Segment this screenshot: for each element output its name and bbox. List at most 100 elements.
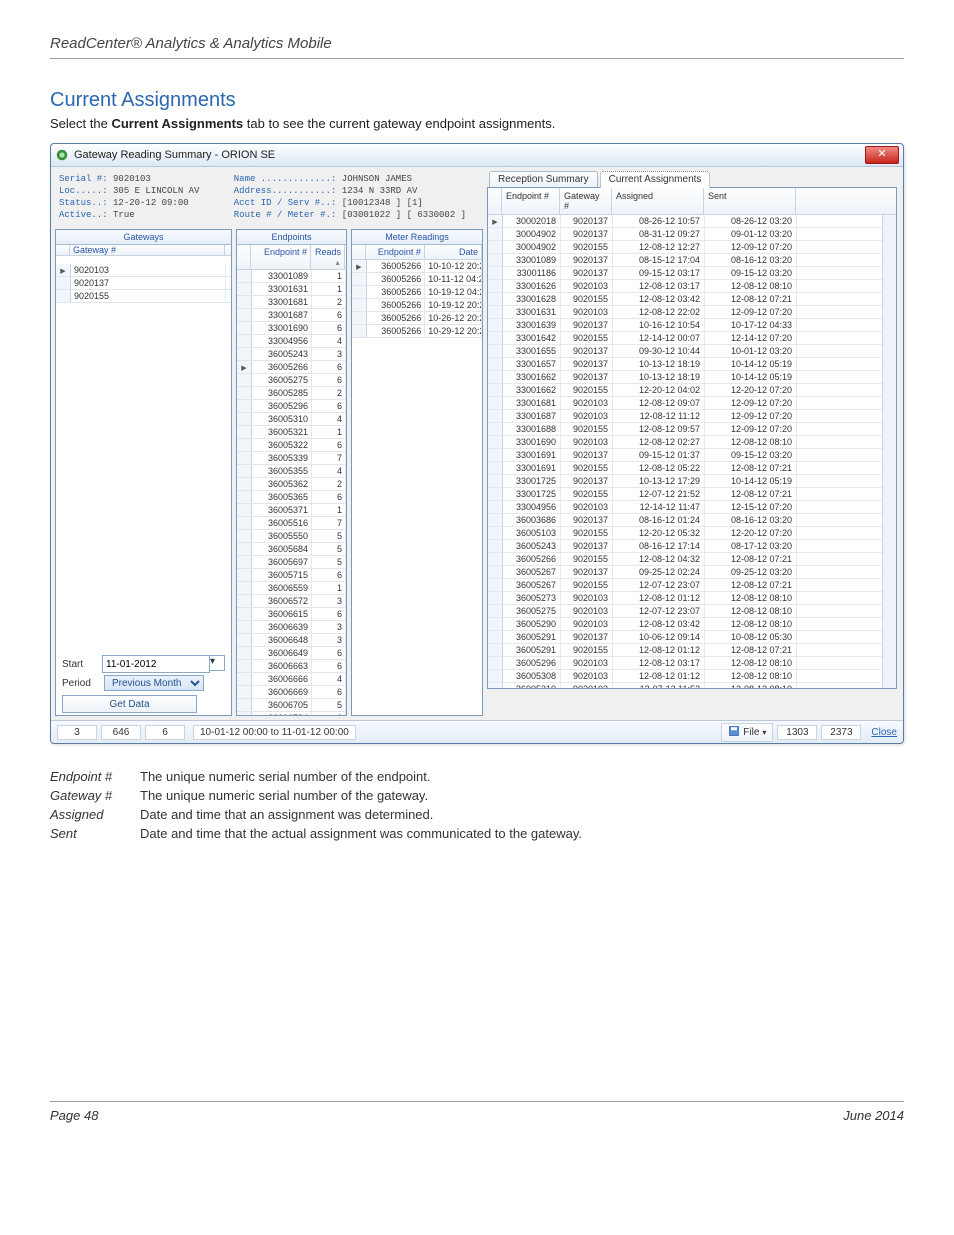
assignment-row[interactable]: 33001186902013709-15-12 03:1709-15-12 03… <box>488 267 882 280</box>
endpoint-row[interactable]: 360052756 <box>237 374 346 387</box>
assignment-row[interactable]: 33001628902015512-08-12 03:4212-08-12 07… <box>488 293 882 306</box>
endpoint-row[interactable]: 360053211 <box>237 426 346 439</box>
endpoint-row[interactable]: 360052852 <box>237 387 346 400</box>
assignment-row[interactable]: 33001725902013710-13-12 17:2910-14-12 05… <box>488 475 882 488</box>
endpoint-row[interactable]: 330016906 <box>237 322 346 335</box>
calendar-icon[interactable]: ▾ <box>209 655 225 671</box>
endpoint-row[interactable]: 360065591 <box>237 582 346 595</box>
endpoint-row[interactable]: 330049564 <box>237 335 346 348</box>
assignment-row[interactable]: 33001626902010312-08-12 03:1712-08-12 08… <box>488 280 882 293</box>
endpoint-row[interactable]: 360066156 <box>237 608 346 621</box>
assignment-row[interactable]: 36005275902010312-07-12 23:0712-08-12 08… <box>488 605 882 618</box>
reading-row[interactable]: 3600526610-11-12 04:22 <box>352 273 482 286</box>
reading-row[interactable]: ▶3600526610-10-12 20:22 <box>352 260 482 273</box>
file-menu-button[interactable]: File ▾ <box>721 723 773 742</box>
assignment-row[interactable]: 36005310902010312-07-12 11:5212-08-12 08… <box>488 683 882 688</box>
endpoint-row[interactable]: 360056845 <box>237 543 346 556</box>
assignment-row[interactable]: 33001691902013709-15-12 01:3709-15-12 03… <box>488 449 882 462</box>
vertical-scrollbar[interactable] <box>882 215 896 688</box>
assignment-row[interactable]: 36005290902010312-08-12 03:4212-08-12 08… <box>488 618 882 631</box>
gateway-row[interactable]: ▶9020103 <box>56 264 231 277</box>
readings-grid[interactable]: ▶3600526610-10-12 20:223600526610-11-12 … <box>352 260 482 715</box>
reading-row[interactable]: 3600526610-29-12 20:22 <box>352 325 482 338</box>
assignment-row[interactable]: 36005103902015512-20-12 05:3212-20-12 07… <box>488 527 882 540</box>
get-data-button[interactable]: Get Data <box>62 695 197 713</box>
endpoint-row[interactable]: 360066496 <box>237 647 346 660</box>
endpoint-row[interactable]: 360053622 <box>237 478 346 491</box>
endpoint-row[interactable]: 360066483 <box>237 634 346 647</box>
endpoints-col2-header[interactable]: Reads ▲ <box>311 245 345 269</box>
assignment-row[interactable]: 36005296902010312-08-12 03:1712-08-12 08… <box>488 657 882 670</box>
assignment-row[interactable]: 33001725902015512-07-12 21:5212-08-12 07… <box>488 488 882 501</box>
assignment-row[interactable]: 36005291902013710-06-12 09:1410-08-12 05… <box>488 631 882 644</box>
assignment-row[interactable]: 33001639902013710-16-12 10:5410-17-12 04… <box>488 319 882 332</box>
endpoint-row[interactable]: 360066664 <box>237 673 346 686</box>
endpoint-row[interactable]: 330016876 <box>237 309 346 322</box>
assignment-row[interactable]: 33001687902010312-08-12 11:1212-09-12 07… <box>488 410 882 423</box>
assignment-row[interactable]: 33001089902013708-15-12 17:0408-16-12 03… <box>488 254 882 267</box>
endpoint-row[interactable]: 360066393 <box>237 621 346 634</box>
endpoints-grid[interactable]: 3300108913300163113300168123300168763300… <box>237 270 346 715</box>
endpoint-row[interactable]: 360053104 <box>237 413 346 426</box>
assignment-row[interactable]: 33001655902013709-30-12 10:4410-01-12 03… <box>488 345 882 358</box>
assignment-row[interactable]: 36005291902015512-08-12 01:1212-08-12 07… <box>488 644 882 657</box>
assignment-row[interactable]: 36005243902013708-16-12 17:1408-17-12 03… <box>488 540 882 553</box>
endpoint-row[interactable]: ▶360052666 <box>237 361 346 374</box>
endpoint-row[interactable]: 330016311 <box>237 283 346 296</box>
assignment-row[interactable]: 36005308902010312-08-12 01:1212-08-12 08… <box>488 670 882 683</box>
endpoint-row[interactable]: 360056975 <box>237 556 346 569</box>
window-close-button[interactable]: ✕ <box>865 146 899 164</box>
assignment-row[interactable]: 36005273902010312-08-12 01:1212-08-12 08… <box>488 592 882 605</box>
endpoint-row[interactable]: 330010891 <box>237 270 346 283</box>
endpoint-row[interactable]: 330016812 <box>237 296 346 309</box>
gateway-row[interactable]: 9020155 <box>56 290 231 303</box>
assignment-row[interactable]: 36005267902013709-25-12 02:2409-25-12 03… <box>488 566 882 579</box>
start-date-input[interactable] <box>102 655 210 673</box>
assignment-row[interactable]: 33001631902010312-08-12 22:0212-09-12 07… <box>488 306 882 319</box>
assignment-row[interactable]: 33004956902010312-14-12 11:4712-15-12 07… <box>488 501 882 514</box>
readings-col2-header[interactable]: Date <box>425 245 482 259</box>
assignment-row[interactable]: 33001657902013710-13-12 18:1910-14-12 05… <box>488 358 882 371</box>
assignment-row[interactable]: 33001662902013710-13-12 18:1910-14-12 05… <box>488 371 882 384</box>
endpoint-row[interactable]: 360052433 <box>237 348 346 361</box>
col-gateway[interactable]: Gateway # <box>560 188 612 214</box>
assignment-row[interactable]: 33001691902015512-08-12 05:2212-08-12 07… <box>488 462 882 475</box>
gateways-col-header[interactable]: Gateway # <box>70 245 225 255</box>
assignment-row[interactable]: 33001681902010312-08-12 09:0712-09-12 07… <box>488 397 882 410</box>
endpoint-row[interactable]: 360067055 <box>237 699 346 712</box>
endpoint-row[interactable]: 360055505 <box>237 530 346 543</box>
assignment-row[interactable]: 36003686902013708-16-12 01:2408-16-12 03… <box>488 514 882 527</box>
assignment-row[interactable]: 33001690902010312-08-12 02:2712-08-12 08… <box>488 436 882 449</box>
tab-reception-summary[interactable]: Reception Summary <box>489 171 598 187</box>
assignment-row[interactable]: 30004902902013708-31-12 09:2709-01-12 03… <box>488 228 882 241</box>
assignment-row[interactable]: 33001642902015512-14-12 00:0712-14-12 07… <box>488 332 882 345</box>
endpoint-row[interactable]: 360067846 <box>237 712 346 715</box>
endpoint-row[interactable]: 360052966 <box>237 400 346 413</box>
period-select[interactable]: Previous Month <box>104 675 204 691</box>
readings-col1-header[interactable]: Endpoint # <box>366 245 425 259</box>
reading-row[interactable]: 3600526610-26-12 20:22 <box>352 312 482 325</box>
assignment-row[interactable]: 36005267902015512-07-12 23:0712-08-12 07… <box>488 579 882 592</box>
close-link[interactable]: Close <box>871 727 897 738</box>
endpoint-row[interactable]: 360065723 <box>237 595 346 608</box>
endpoint-row[interactable]: 360053226 <box>237 439 346 452</box>
endpoint-row[interactable]: 360057156 <box>237 569 346 582</box>
tab-current-assignments[interactable]: Current Assignments <box>600 171 711 188</box>
col-sent[interactable]: Sent <box>704 188 796 214</box>
reading-row[interactable]: 3600526610-19-12 04:23 <box>352 286 482 299</box>
assignment-row[interactable]: 36005266902015512-08-12 04:3212-08-12 07… <box>488 553 882 566</box>
endpoint-row[interactable]: 360053554 <box>237 465 346 478</box>
endpoint-row[interactable]: 360066636 <box>237 660 346 673</box>
assignment-row[interactable]: ▶30002018902013708-26-12 10:5708-26-12 0… <box>488 215 882 228</box>
endpoint-row[interactable]: 360053711 <box>237 504 346 517</box>
assignment-row[interactable]: 33001662902015512-20-12 04:0212-20-12 07… <box>488 384 882 397</box>
endpoint-row[interactable]: 360055167 <box>237 517 346 530</box>
endpoint-row[interactable]: 360053397 <box>237 452 346 465</box>
col-endpoint[interactable]: Endpoint # <box>502 188 560 214</box>
endpoint-row[interactable]: 360066696 <box>237 686 346 699</box>
endpoint-row[interactable]: 360053656 <box>237 491 346 504</box>
endpoints-col1-header[interactable]: Endpoint # <box>251 245 311 269</box>
gateway-row[interactable]: 9020137 <box>56 277 231 290</box>
col-assigned[interactable]: Assigned <box>612 188 704 214</box>
reading-row[interactable]: 3600526610-19-12 20:22 <box>352 299 482 312</box>
